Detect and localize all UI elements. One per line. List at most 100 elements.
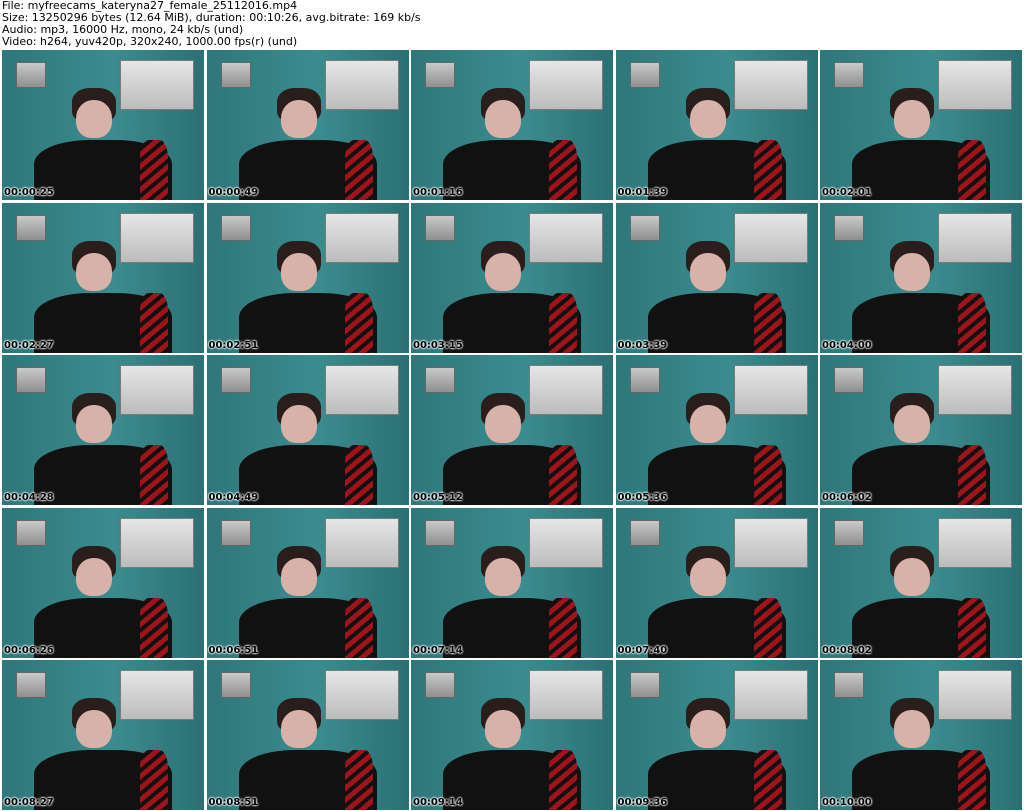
red-pattern-sleeve bbox=[344, 140, 373, 200]
wall-poster bbox=[16, 367, 46, 393]
red-pattern-sleeve bbox=[958, 292, 986, 353]
timestamp: 00:05:36 bbox=[617, 492, 668, 503]
timestamp: 00:08:27 bbox=[4, 797, 54, 808]
person-figure bbox=[238, 240, 377, 353]
red-pattern-sleeve bbox=[140, 445, 168, 505]
wall-poster bbox=[425, 367, 455, 393]
thumbnail: 00:04:00 bbox=[820, 202, 1022, 353]
face bbox=[76, 252, 112, 291]
red-pattern-sleeve bbox=[344, 292, 373, 353]
person-figure bbox=[443, 240, 581, 353]
face bbox=[76, 557, 112, 596]
wall-poster bbox=[629, 62, 660, 88]
thumbnail: 00:00:25 bbox=[2, 50, 204, 200]
thumbnail-grid: 00:00:25 00:00:49 00:01:16 00:01:39 00:0… bbox=[2, 50, 1022, 810]
timestamp: 00:07:14 bbox=[413, 644, 463, 656]
timestamp: 00:06:02 bbox=[822, 492, 872, 503]
timestamp: 00:05:12 bbox=[413, 492, 463, 503]
face bbox=[689, 252, 726, 291]
wall-poster bbox=[629, 672, 660, 698]
thumbnail: 00:08:51 bbox=[206, 660, 409, 810]
thumbnail: 00:09:36 bbox=[615, 660, 818, 810]
red-pattern-sleeve bbox=[753, 140, 782, 200]
person-figure bbox=[852, 545, 990, 658]
wall-poster bbox=[834, 62, 864, 88]
timestamp: 00:03:39 bbox=[617, 339, 668, 351]
wall-poster bbox=[220, 214, 251, 241]
timestamp: 00:09:14 bbox=[413, 797, 463, 808]
red-pattern-sleeve bbox=[958, 597, 986, 658]
wall-poster bbox=[16, 519, 46, 546]
face bbox=[485, 405, 521, 443]
red-pattern-sleeve bbox=[549, 140, 577, 200]
timestamp: 00:01:16 bbox=[413, 187, 463, 198]
person-figure bbox=[647, 240, 786, 353]
face bbox=[894, 710, 930, 748]
thumbnail: 00:10:00 bbox=[820, 660, 1022, 810]
wall-poster bbox=[220, 519, 251, 546]
person-figure bbox=[852, 393, 990, 505]
thumbnail: 00:05:36 bbox=[615, 355, 818, 505]
wall-poster bbox=[425, 519, 455, 546]
face bbox=[485, 710, 521, 748]
red-pattern-sleeve bbox=[140, 597, 168, 658]
face bbox=[280, 557, 317, 596]
timestamp: 00:02:51 bbox=[208, 339, 259, 351]
person-figure bbox=[443, 393, 581, 505]
person-figure bbox=[647, 88, 786, 200]
face bbox=[280, 100, 317, 138]
wall-poster bbox=[834, 672, 864, 698]
wall-poster bbox=[220, 367, 251, 393]
face bbox=[76, 405, 112, 443]
red-pattern-sleeve bbox=[140, 292, 168, 353]
thumbnail: 00:00:49 bbox=[206, 50, 409, 200]
timestamp: 00:00:49 bbox=[208, 187, 259, 198]
person-figure bbox=[852, 240, 990, 353]
face bbox=[76, 710, 112, 748]
person-figure bbox=[647, 698, 786, 810]
thumbnail: 00:08:27 bbox=[2, 660, 204, 810]
face bbox=[894, 100, 930, 138]
face bbox=[485, 252, 521, 291]
person-figure bbox=[34, 698, 172, 810]
thumbnail: 00:06:02 bbox=[820, 355, 1022, 505]
person-figure bbox=[647, 545, 786, 658]
red-pattern-sleeve bbox=[344, 445, 373, 505]
red-pattern-sleeve bbox=[344, 597, 373, 658]
red-pattern-sleeve bbox=[958, 750, 986, 810]
timestamp: 00:04:00 bbox=[822, 339, 872, 351]
timestamp: 00:08:02 bbox=[822, 644, 872, 656]
wall-poster bbox=[834, 214, 864, 241]
thumbnail: 00:05:12 bbox=[411, 355, 613, 505]
red-pattern-sleeve bbox=[140, 750, 168, 810]
wall-poster bbox=[425, 214, 455, 241]
red-pattern-sleeve bbox=[753, 597, 782, 658]
wall-poster bbox=[834, 519, 864, 546]
red-pattern-sleeve bbox=[753, 445, 782, 505]
timestamp: 00:00:25 bbox=[4, 187, 54, 198]
wall-poster bbox=[629, 519, 660, 546]
person-figure bbox=[443, 88, 581, 200]
timestamp: 00:06:26 bbox=[4, 644, 54, 656]
face bbox=[894, 405, 930, 443]
red-pattern-sleeve bbox=[344, 750, 373, 810]
video-line: Video: h264, yuv420p, 320x240, 1000.00 f… bbox=[2, 35, 298, 48]
timestamp: 00:02:01 bbox=[822, 187, 872, 198]
timestamp: 00:01:39 bbox=[617, 187, 668, 198]
timestamp: 00:09:36 bbox=[617, 797, 668, 808]
timestamp: 00:06:51 bbox=[208, 644, 259, 656]
wall-poster bbox=[425, 672, 455, 698]
person-figure bbox=[238, 545, 377, 658]
person-figure bbox=[34, 545, 172, 658]
thumbnail: 00:07:40 bbox=[615, 507, 818, 658]
person-figure bbox=[852, 88, 990, 200]
timestamp: 00:02:27 bbox=[4, 339, 54, 351]
wall-poster bbox=[834, 367, 864, 393]
face bbox=[894, 557, 930, 596]
face bbox=[689, 710, 726, 748]
timestamp: 00:07:40 bbox=[617, 644, 668, 656]
face bbox=[485, 557, 521, 596]
person-figure bbox=[238, 698, 377, 810]
thumbnail: 00:02:51 bbox=[206, 202, 409, 353]
red-pattern-sleeve bbox=[549, 445, 577, 505]
